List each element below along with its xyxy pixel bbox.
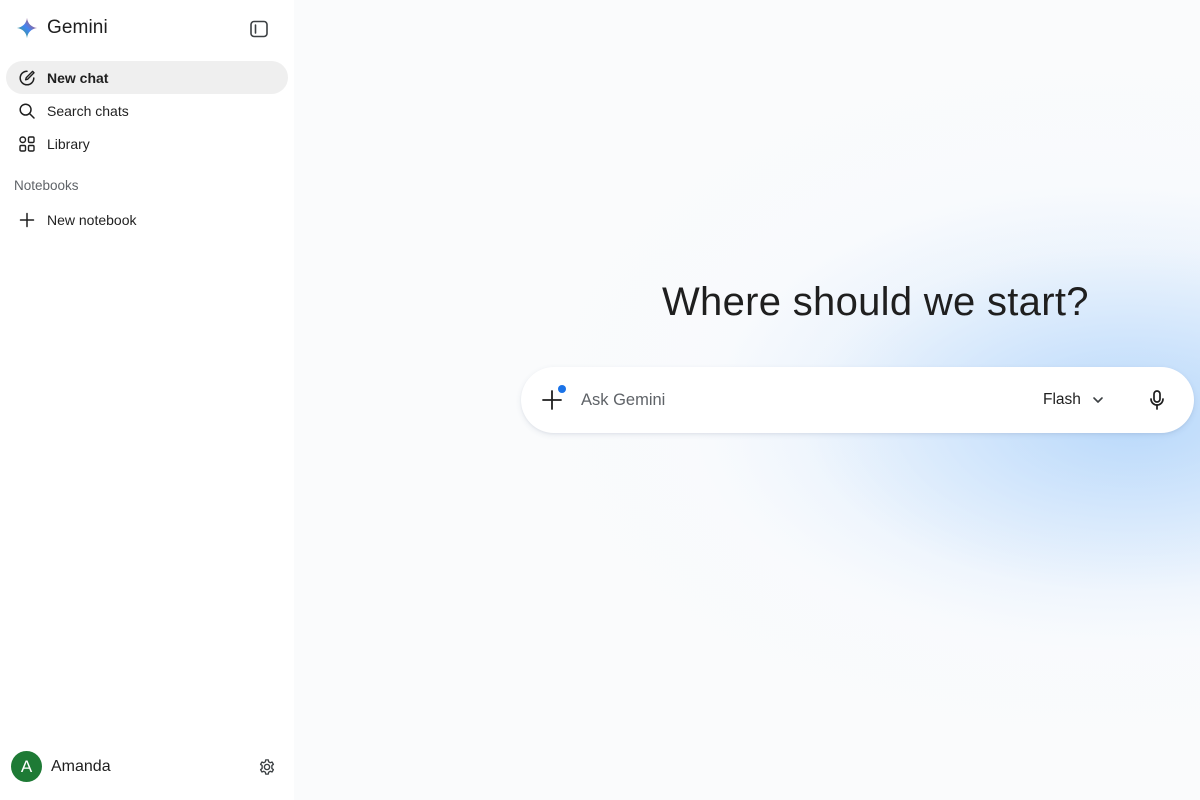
profile-name: Amanda: [51, 757, 111, 775]
notebooks-section-title: Notebooks: [14, 178, 79, 193]
avatar: A: [11, 751, 42, 782]
profile-button[interactable]: A Amanda: [11, 751, 111, 782]
nav-label-new-chat: New chat: [47, 69, 109, 86]
sidebar: Gemini New chat Search chats Library Not…: [0, 0, 294, 800]
search-chats-button[interactable]: Search chats: [6, 94, 288, 127]
prompt-bar: Flash: [521, 367, 1194, 433]
edit-icon: [17, 68, 37, 88]
app-window: Gemini New chat Search chats Library Not…: [0, 0, 1200, 800]
collapse-sidebar-button[interactable]: [246, 16, 272, 42]
brand[interactable]: Gemini: [16, 16, 108, 40]
nav-label-library: Library: [47, 135, 90, 152]
gear-icon: [259, 759, 275, 775]
nav-label-new-notebook: New notebook: [47, 211, 137, 228]
microphone-icon: [1150, 390, 1164, 410]
main-panel: Where should we start? Flash: [294, 0, 1200, 800]
app-name: Gemini: [47, 17, 108, 38]
greeting-heading: Where should we start?: [662, 280, 1089, 324]
prompt-input[interactable]: [581, 386, 1011, 414]
new-notebook-button[interactable]: New notebook: [6, 203, 288, 236]
chevron-down-icon: [1093, 397, 1103, 403]
model-label: Flash: [1043, 391, 1081, 408]
sidebar-toggle-icon: [250, 20, 268, 38]
library-icon: [17, 134, 37, 154]
nav-label-search-chats: Search chats: [47, 102, 129, 119]
plus-icon: [17, 210, 37, 230]
gemini-logo-icon: [16, 17, 38, 39]
notification-dot: [558, 385, 566, 393]
library-button[interactable]: Library: [6, 127, 288, 160]
model-selector[interactable]: Flash: [1043, 387, 1105, 413]
settings-button[interactable]: [256, 756, 278, 778]
new-chat-button[interactable]: New chat: [6, 61, 288, 94]
sidebar-nav: New chat Search chats Library: [6, 61, 288, 160]
search-icon: [17, 101, 37, 121]
notebooks-nav: New notebook: [6, 203, 288, 236]
microphone-button[interactable]: [1145, 387, 1169, 413]
